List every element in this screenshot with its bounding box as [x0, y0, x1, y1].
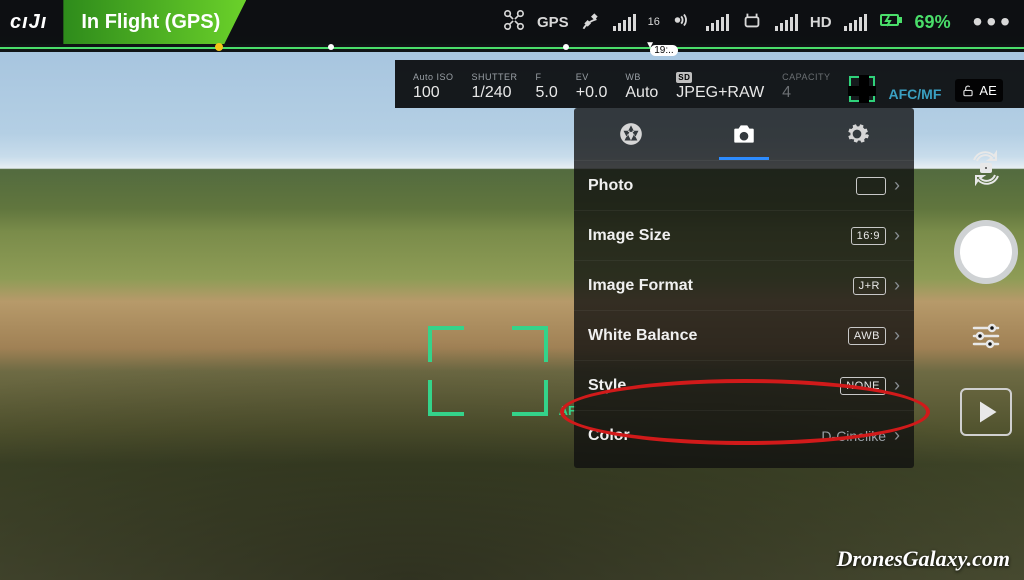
af-corner: [428, 380, 464, 416]
sd-badge: SD: [676, 72, 692, 83]
row-value: 16:9: [851, 227, 886, 245]
wb-value: Auto: [625, 84, 658, 102]
row-photo[interactable]: Photo ›: [574, 160, 914, 210]
af-corner: [428, 326, 464, 362]
timeline-marker-home: [215, 43, 223, 51]
rc-signal-icon[interactable]: [672, 10, 694, 34]
timeline-marker: [563, 44, 569, 50]
camera-icon: [731, 121, 757, 147]
aircraft-icon[interactable]: [503, 9, 525, 35]
iso-value: 100: [413, 84, 440, 102]
shutter-label: SHUTTER: [472, 72, 518, 82]
tab-exposure[interactable]: [574, 108, 687, 160]
timeline-marker: [328, 44, 334, 50]
aperture-label: F: [536, 72, 542, 82]
capacity-label: CAPACITY: [782, 72, 830, 82]
rc-signal-bars: [706, 14, 729, 31]
wb-label: WB: [625, 72, 641, 82]
capacity-readout[interactable]: CAPACITY 4: [776, 72, 836, 102]
row-image-size[interactable]: Image Size 16:9 ›: [574, 210, 914, 260]
capacity-value: 4: [782, 84, 791, 102]
ev-readout[interactable]: EV +0.0: [570, 72, 614, 102]
row-white-balance[interactable]: White Balance AWB ›: [574, 310, 914, 360]
row-label: Image Size: [588, 227, 671, 245]
af-corner: [512, 326, 548, 362]
metering-mode-button[interactable]: [849, 76, 875, 102]
row-value: J+R: [853, 277, 886, 295]
autofocus-target[interactable]: AF: [428, 326, 548, 416]
tab-general[interactable]: [801, 108, 914, 160]
ae-lock-button[interactable]: AE: [955, 79, 1002, 102]
photo-video-switch-button[interactable]: [968, 150, 1004, 186]
photo-mode-icon: [856, 177, 886, 195]
battery-timeline[interactable]: ▼ 19:..: [0, 44, 1024, 52]
aperture-value: 5.0: [536, 84, 558, 102]
chevron-right-icon: ›: [894, 275, 900, 296]
chevron-right-icon: ›: [894, 325, 900, 346]
gps-label: GPS: [537, 14, 569, 31]
iso-readout[interactable]: Auto ISO 100: [407, 72, 460, 102]
chevron-right-icon: ›: [894, 175, 900, 196]
hd-signal-bars: [844, 14, 867, 31]
dji-logo: cıJı: [10, 11, 47, 34]
aperture-readout[interactable]: F 5.0: [530, 72, 564, 102]
satellite-count: 16: [648, 16, 660, 28]
row-label: Color: [588, 427, 630, 445]
settings-tabs: [574, 108, 914, 160]
iso-label: Auto ISO: [413, 72, 454, 82]
chevron-right-icon: ›: [894, 225, 900, 246]
row-label: Style: [588, 377, 626, 395]
row-style[interactable]: Style NONE ›: [574, 360, 914, 410]
hd-label: HD: [810, 14, 832, 31]
shutter-value: 1/240: [472, 84, 512, 102]
chevron-right-icon: ›: [894, 425, 900, 446]
row-value: D-Cinelike: [821, 428, 886, 444]
battery-icon[interactable]: [879, 10, 903, 34]
more-menu-button[interactable]: •••: [973, 6, 1014, 38]
playback-button[interactable]: [960, 388, 1012, 436]
row-value: NONE: [840, 377, 886, 395]
top-status-bar: cıJı In Flight (GPS) GPS 16 HD: [0, 0, 1024, 44]
tab-camera[interactable]: [687, 108, 800, 160]
shutter-readout[interactable]: SHUTTER 1/240: [466, 72, 524, 102]
remote-icon[interactable]: [741, 10, 763, 34]
row-label: Image Format: [588, 277, 693, 295]
satellite-signal-bars: [613, 14, 636, 31]
chevron-right-icon: ›: [894, 375, 900, 396]
af-corner: [512, 380, 548, 416]
ae-lock-label: AE: [979, 83, 996, 98]
row-label: Photo: [588, 177, 633, 195]
camera-settings-panel: Photo › Image Size 16:9 › Image Format J+…: [574, 108, 914, 468]
aperture-icon: [618, 121, 644, 147]
row-value: AWB: [848, 327, 886, 345]
shutter-button[interactable]: [954, 220, 1018, 284]
unlock-icon: [961, 84, 975, 98]
row-image-format[interactable]: Image Format J+R ›: [574, 260, 914, 310]
satellite-icon[interactable]: [581, 10, 601, 34]
camera-exposure-bar[interactable]: Auto ISO 100 SHUTTER 1/240 F 5.0 EV +0.0…: [395, 60, 1024, 108]
right-controls: [954, 150, 1018, 436]
watermark-text: DronesGalaxy.com: [837, 546, 1010, 572]
gear-icon: [844, 121, 870, 147]
ev-value: +0.0: [576, 84, 608, 102]
flight-mode-chip[interactable]: In Flight (GPS): [63, 0, 246, 44]
wb-readout[interactable]: WB Auto: [619, 72, 664, 102]
ev-label: EV: [576, 72, 589, 82]
format-value: JPEG+RAW: [676, 84, 764, 102]
row-color[interactable]: Color D-Cinelike ›: [574, 410, 914, 460]
focus-mode-toggle[interactable]: AFC/MF: [889, 86, 942, 102]
flight-time-remaining: 19:..: [650, 45, 677, 56]
video-signal-bars: [775, 14, 798, 31]
camera-settings-button[interactable]: [968, 318, 1004, 354]
row-label: White Balance: [588, 327, 697, 345]
battery-percent: 69%: [915, 12, 951, 33]
storage-readout[interactable]: SD JPEG+RAW: [670, 72, 770, 102]
